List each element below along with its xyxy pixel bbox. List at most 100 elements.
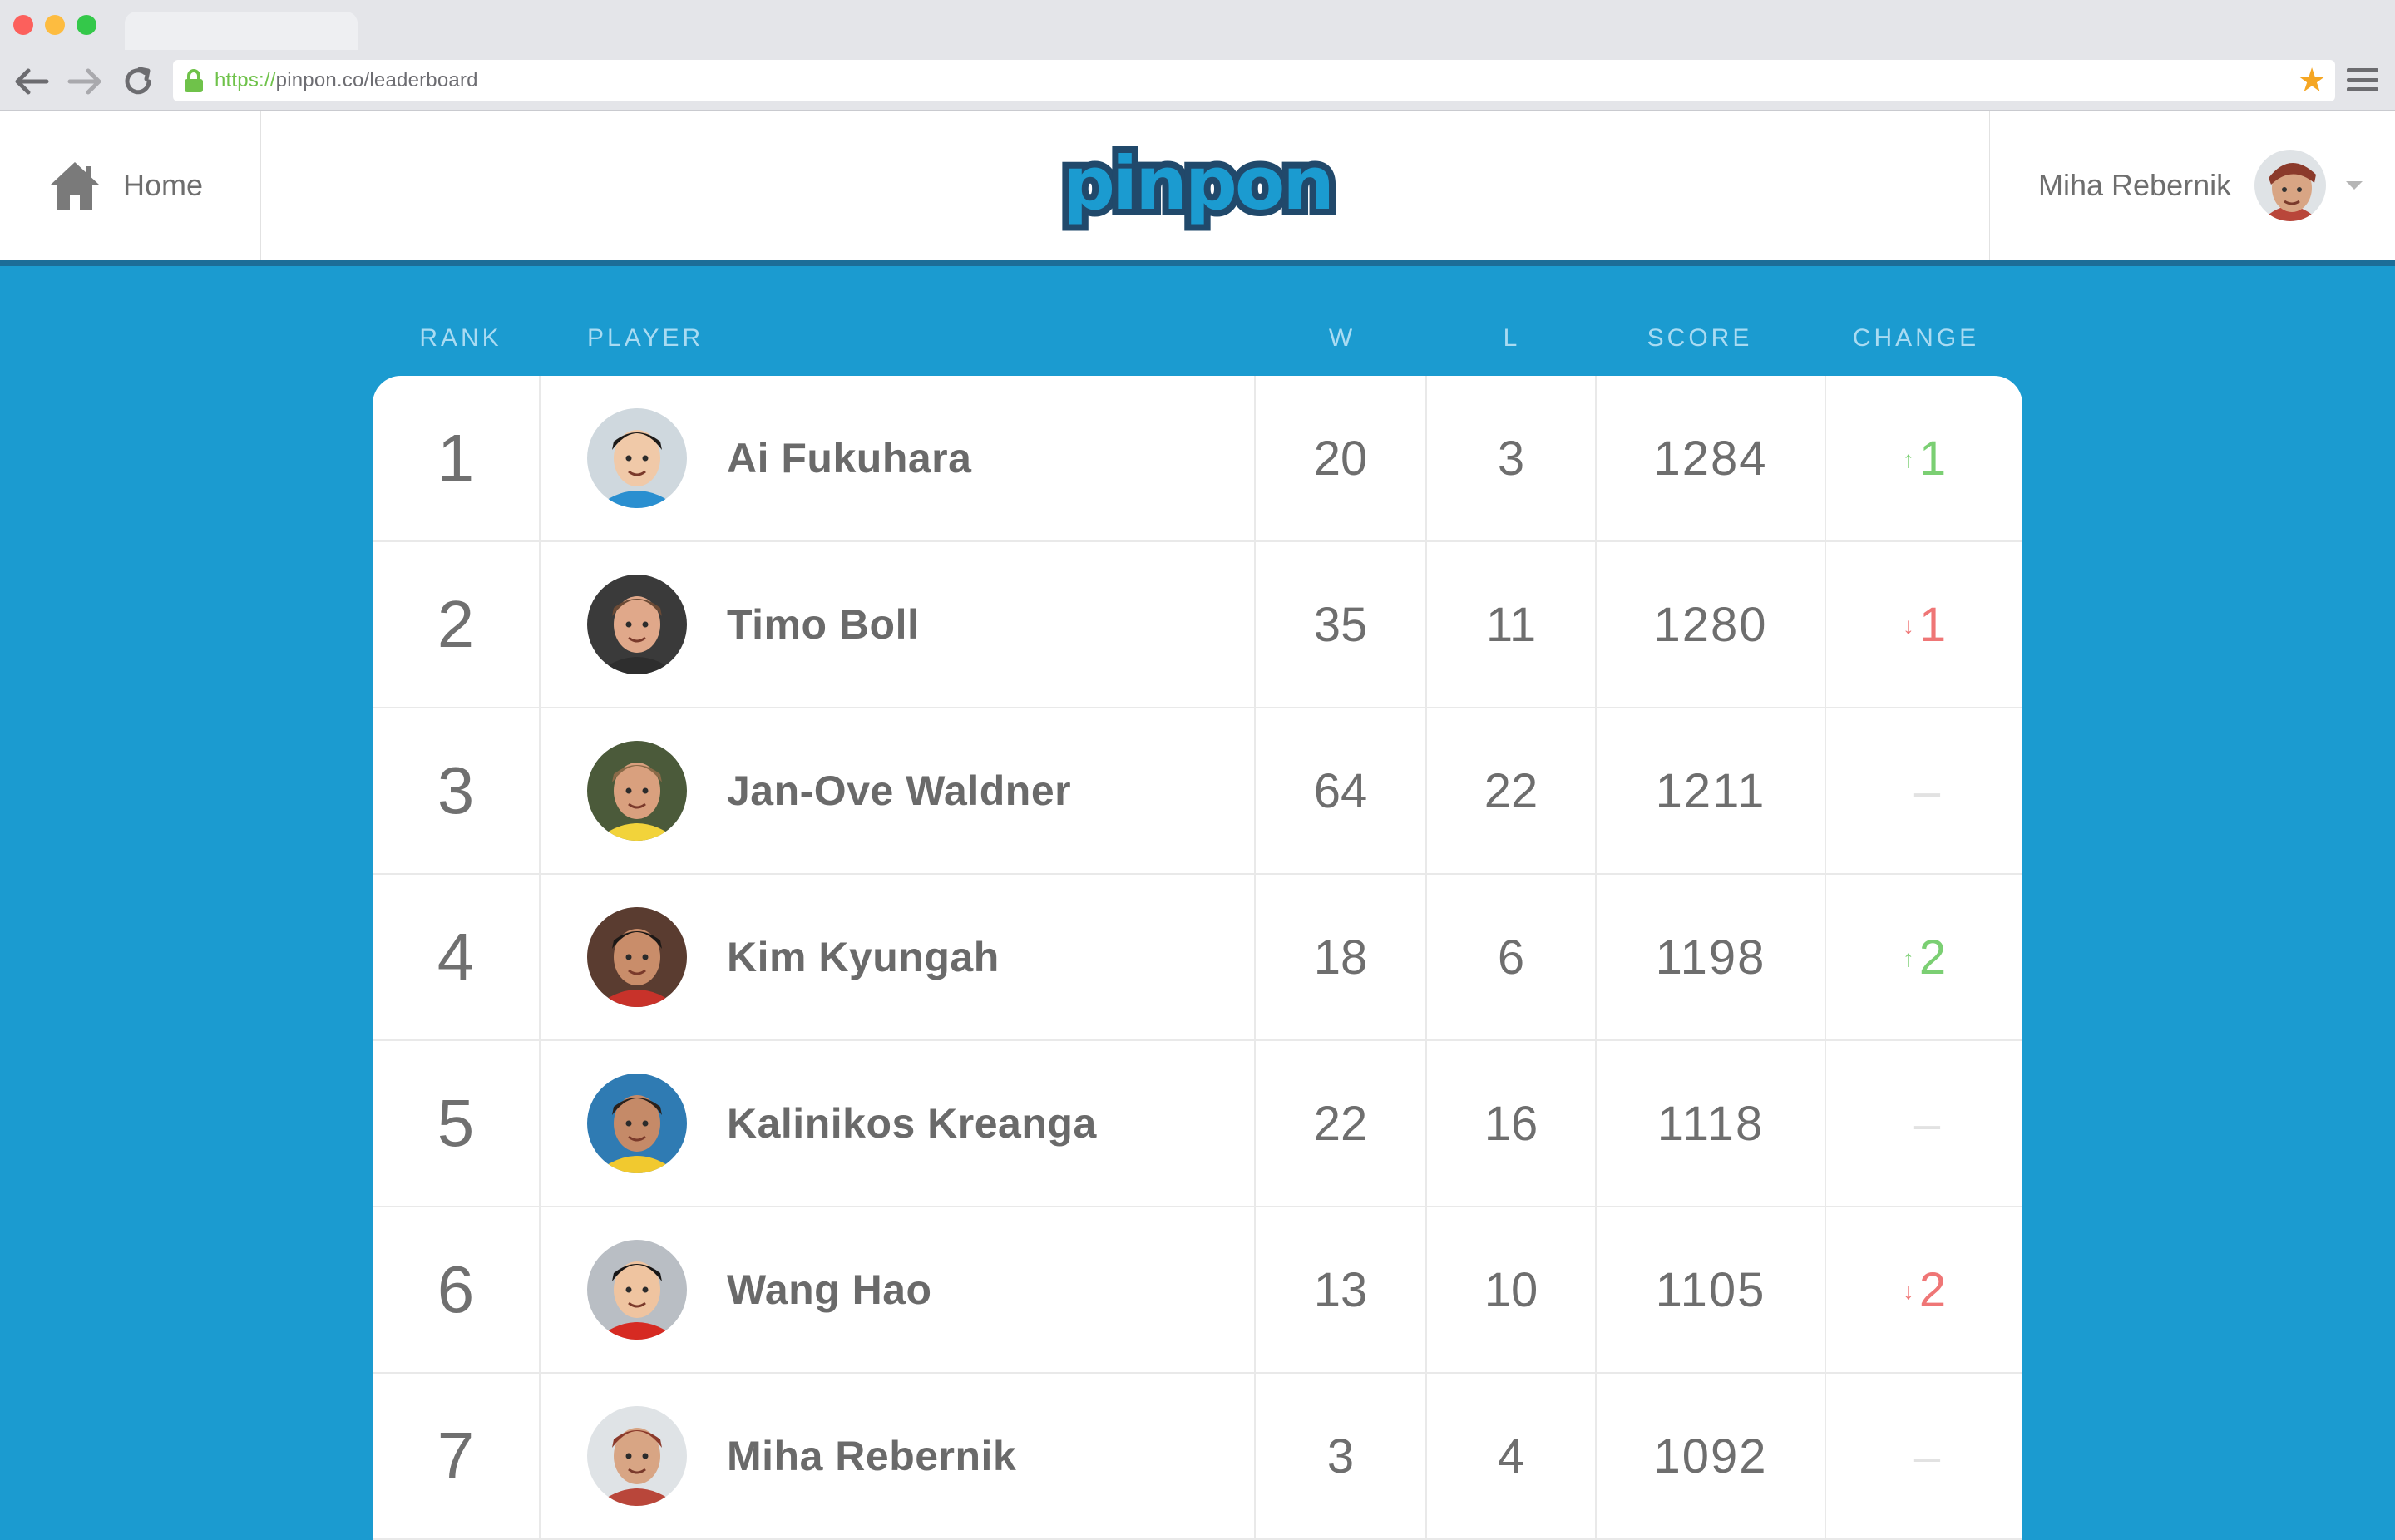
table-row[interactable]: 1 Ai Fukuhara 20 3 1284 ↑ 1 <box>373 376 2022 542</box>
wins-cell: 22 <box>1313 1096 1368 1151</box>
player-name: Timo Boll <box>727 601 920 648</box>
player-name: Kim Kyungah <box>727 934 1000 980</box>
losses-cell: 6 <box>1497 930 1525 985</box>
player-cell[interactable]: Wang Hao <box>541 1207 1256 1372</box>
home-icon <box>51 162 99 210</box>
table-row[interactable]: 6 Wang Hao 13 10 1105 ↓ 2 <box>373 1207 2022 1374</box>
url-scheme: https:// <box>215 69 276 91</box>
table-row[interactable]: 4 Kim Kyungah 18 6 1198 ↑ 2 <box>373 875 2022 1041</box>
logo-text: pinpon <box>1056 141 1341 227</box>
player-avatar <box>587 408 687 508</box>
column-header-wins[interactable]: W <box>1329 324 1356 353</box>
arrow-down-icon: ↓ <box>1902 1278 1914 1304</box>
change-cell: ↓ 1 <box>1826 542 2022 707</box>
change-cell: – <box>1826 1374 2022 1538</box>
score-cell: 1092 <box>1653 1429 1768 1483</box>
player-cell[interactable]: Timo Boll <box>541 542 1256 707</box>
column-header-score[interactable]: SCORE <box>1647 324 1753 353</box>
change-value: 2 <box>1918 1262 1947 1317</box>
url-path: pinpon.co/leaderboard <box>275 69 478 91</box>
reload-button[interactable] <box>118 63 158 100</box>
maximize-window-button[interactable] <box>77 15 96 35</box>
change-cell: – <box>1826 708 2022 873</box>
change-value: – <box>1913 1096 1941 1151</box>
forward-button[interactable] <box>65 63 105 100</box>
minimize-window-button[interactable] <box>45 15 65 35</box>
close-window-button[interactable] <box>13 15 33 35</box>
player-avatar <box>587 1240 687 1340</box>
leaderboard-column-headers: RANK PLAYER W L SCORE CHANGE <box>373 316 2022 358</box>
bookmark-button[interactable]: ★ <box>2295 63 2328 98</box>
wins-cell: 13 <box>1313 1262 1368 1317</box>
table-row[interactable]: 5 Kalinikos Kreanga 22 16 1118 – <box>373 1041 2022 1207</box>
losses-cell: 3 <box>1497 431 1525 486</box>
losses-cell: 16 <box>1484 1096 1538 1151</box>
table-row[interactable]: 2 Timo Boll 35 11 1280 ↓ 1 <box>373 542 2022 708</box>
player-cell[interactable]: Kim Kyungah <box>541 875 1256 1039</box>
column-header-change[interactable]: CHANGE <box>1853 324 1979 353</box>
change-value: 2 <box>1918 930 1947 985</box>
pinpon-logo[interactable]: pinpon <box>1056 134 1341 234</box>
score-cell: 1284 <box>1653 431 1768 486</box>
browser-tab[interactable] <box>125 12 358 50</box>
rank-cell: 1 <box>437 421 475 495</box>
user-menu[interactable]: Miha Rebernik <box>1989 111 2395 260</box>
player-name: Wang Hao <box>727 1266 932 1313</box>
player-name: Jan-Ove Waldner <box>727 768 1072 814</box>
change-value: 1 <box>1918 431 1947 486</box>
arrow-right-icon <box>67 68 101 95</box>
user-avatar <box>2254 150 2327 221</box>
losses-cell: 10 <box>1484 1262 1538 1317</box>
browser-menu-button[interactable] <box>2347 65 2378 95</box>
change-cell: ↑ 2 <box>1826 875 2022 1039</box>
wins-cell: 3 <box>1326 1429 1355 1483</box>
player-avatar <box>587 741 687 841</box>
wins-cell: 20 <box>1313 431 1368 486</box>
score-cell: 1105 <box>1655 1262 1766 1317</box>
player-cell[interactable]: Kalinikos Kreanga <box>541 1041 1256 1206</box>
column-header-player[interactable]: PLAYER <box>587 324 704 353</box>
column-header-rank[interactable]: RANK <box>419 324 501 353</box>
arrow-down-icon: ↓ <box>1902 613 1914 639</box>
arrow-up-icon: ↑ <box>1902 447 1914 472</box>
score-cell: 1198 <box>1655 930 1766 985</box>
player-avatar <box>587 907 687 1007</box>
player-cell[interactable]: Jan-Ove Waldner <box>541 708 1256 873</box>
rank-cell: 2 <box>437 587 475 661</box>
reload-icon <box>125 67 151 95</box>
url-text: https://pinpon.co/leaderboard <box>215 69 478 92</box>
app-header: Home pinpon Miha Rebernik <box>0 111 2395 266</box>
score-cell: 1211 <box>1655 763 1766 818</box>
player-name: Miha Rebernik <box>727 1433 1017 1479</box>
arrow-left-icon <box>15 68 49 95</box>
table-row[interactable]: 7 Miha Rebernik 3 4 1092 – <box>373 1374 2022 1540</box>
rank-cell: 5 <box>437 1086 475 1160</box>
change-value: – <box>1913 1429 1941 1483</box>
player-avatar <box>587 1074 687 1173</box>
score-cell: 1280 <box>1653 597 1768 652</box>
wins-cell: 35 <box>1313 597 1368 652</box>
wins-cell: 18 <box>1313 930 1368 985</box>
back-button[interactable] <box>12 63 52 100</box>
score-cell: 1118 <box>1657 1096 1765 1151</box>
player-cell[interactable]: Ai Fukuhara <box>541 376 1256 540</box>
losses-cell: 11 <box>1485 597 1537 652</box>
home-link[interactable]: Home <box>0 111 261 260</box>
star-icon: ★ <box>2297 62 2327 99</box>
change-value: 1 <box>1918 597 1947 652</box>
losses-cell: 22 <box>1484 763 1538 818</box>
losses-cell: 4 <box>1497 1429 1525 1483</box>
arrow-up-icon: ↑ <box>1902 945 1914 971</box>
change-cell: – <box>1826 1041 2022 1206</box>
change-cell: ↑ 1 <box>1826 376 2022 540</box>
browser-chrome: https://pinpon.co/leaderboard ★ <box>0 0 2395 111</box>
table-row[interactable]: 3 Jan-Ove Waldner 64 22 1211 – <box>373 708 2022 875</box>
player-cell[interactable]: Miha Rebernik <box>541 1374 1256 1538</box>
lock-icon <box>183 69 205 92</box>
change-cell: ↓ 2 <box>1826 1207 2022 1372</box>
leaderboard-table: 1 Ai Fukuhara 20 3 1284 ↑ 1 2 Timo Boll 35 11 1280 ↓… <box>373 376 2022 1540</box>
user-name: Miha Rebernik <box>2038 168 2232 202</box>
address-bar[interactable]: https://pinpon.co/leaderboard <box>173 60 2335 101</box>
rank-cell: 3 <box>437 753 475 827</box>
column-header-losses[interactable]: L <box>1504 324 1521 353</box>
